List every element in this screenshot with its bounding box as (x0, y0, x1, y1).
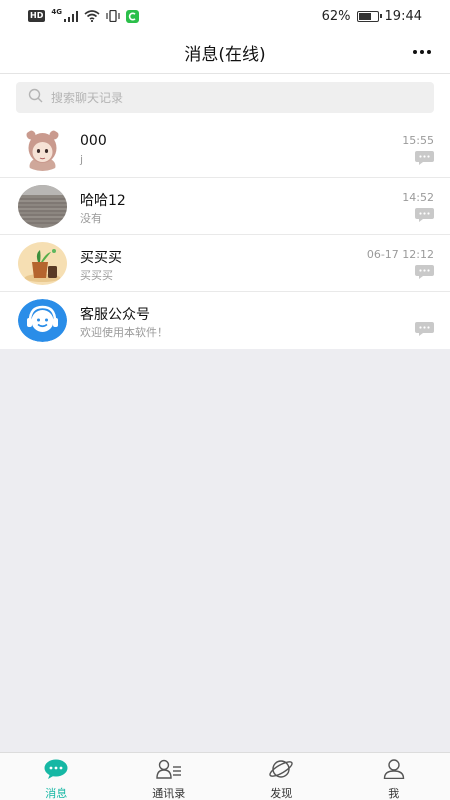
chat-preview: j (80, 153, 84, 166)
wifi-icon (84, 10, 100, 22)
status-icons-right: 62% 19:44 (322, 9, 422, 24)
tab-messages[interactable]: 消息 (0, 753, 113, 800)
chat-name: 客服公众号 (80, 307, 150, 323)
chat-name: 000 (80, 133, 107, 149)
chat-name: 买买买 (80, 250, 122, 266)
avatar-customer-service (18, 299, 67, 342)
avatar-wood-texture (18, 185, 67, 228)
chat-time: 14:52 (402, 191, 434, 204)
chat-time: 06-17 12:12 (366, 248, 434, 261)
tab-label: 消息 (45, 787, 68, 800)
clock: 19:44 (384, 8, 422, 24)
bottom-tab-bar: 消息 通讯录 发现 我 (0, 752, 450, 800)
user-icon (383, 759, 405, 783)
more-icon[interactable] (410, 40, 434, 64)
planet-icon (268, 759, 294, 783)
chat-bubble-icon (44, 759, 68, 783)
chat-preview: 没有 (80, 212, 102, 225)
tab-label: 通讯录 (152, 787, 186, 800)
chat-preview: 欢迎使用本软件！ (80, 326, 168, 339)
tab-me[interactable]: 我 (338, 753, 450, 800)
search-placeholder: 搜索聊天记录 (51, 91, 124, 105)
tab-label: 我 (388, 787, 400, 800)
search-bar: 搜索聊天记录 (0, 74, 450, 121)
status-icons-left: HD 4G (28, 8, 139, 23)
chat-item[interactable]: 哈哈12 没有 14:52 (0, 178, 450, 235)
chat-item[interactable]: 买买买 买买买 06-17 12:12 (0, 235, 450, 292)
message-bubble-icon (415, 151, 434, 165)
message-bubble-icon (415, 322, 434, 336)
app-notification-icon (125, 9, 139, 23)
search-icon (28, 88, 43, 107)
page-title: 消息(在线) (184, 45, 266, 65)
chat-preview: 买买买 (80, 269, 113, 282)
avatar-cartoon-girl (18, 128, 67, 171)
tab-discover[interactable]: 发现 (225, 753, 338, 800)
message-bubble-icon (415, 265, 434, 279)
signal-icon (63, 10, 78, 22)
network-type-label: 4G (51, 8, 62, 16)
chat-time: 15:55 (402, 134, 434, 147)
nav-bar: 消息(在线) (0, 32, 450, 74)
chat-item[interactable]: 客服公众号 欢迎使用本软件！ (0, 292, 450, 349)
search-input[interactable]: 搜索聊天记录 (16, 82, 434, 113)
vibrate-icon (106, 10, 120, 22)
hd-badge: HD (28, 10, 46, 22)
contacts-icon (156, 759, 182, 783)
battery-icon (356, 10, 382, 22)
message-bubble-icon (415, 208, 434, 222)
tab-label: 发现 (270, 787, 293, 800)
tab-contacts[interactable]: 通讯录 (113, 753, 226, 800)
battery-percent: 62% (321, 8, 351, 24)
chat-item[interactable]: 000 j 15:55 (0, 121, 450, 178)
status-bar: HD 4G 62% 19:44 (0, 0, 450, 32)
avatar-plant-pot (18, 242, 67, 285)
chat-list: 000 j 15:55 哈哈12 没有 14:52 买买买 买买买 06-17 … (0, 121, 450, 349)
chat-name: 哈哈12 (80, 193, 126, 209)
